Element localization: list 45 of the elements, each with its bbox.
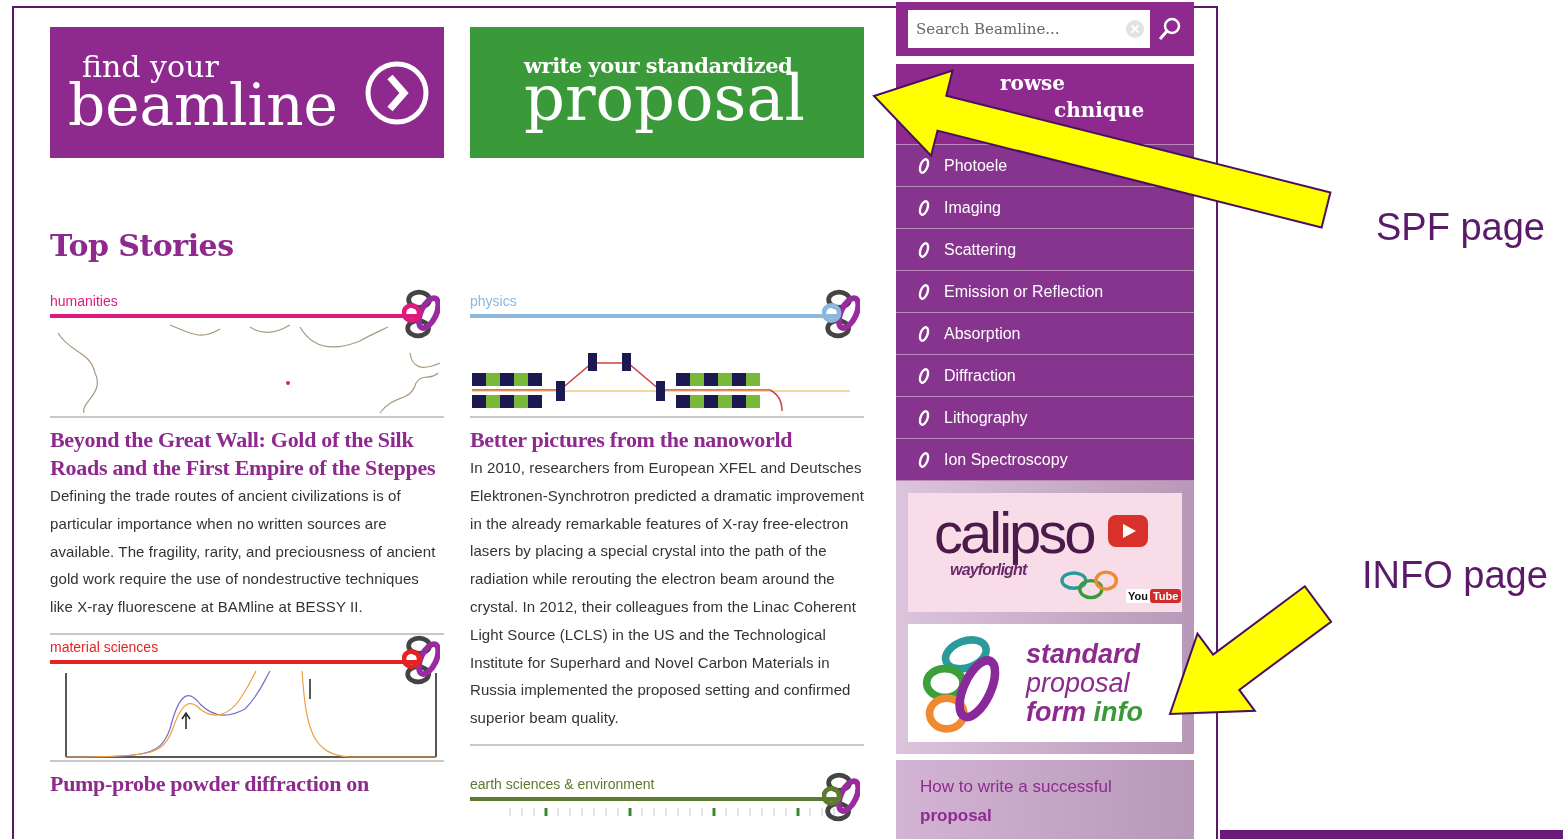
- chevron-circle-icon: [364, 59, 430, 126]
- ring-icon: [918, 324, 930, 343]
- category-label[interactable]: material sciences: [50, 639, 444, 655]
- banner-title: proposal: [1026, 668, 1131, 698]
- ring-icon: [918, 450, 930, 469]
- proposal-guide-link[interactable]: How to write a successful proposal: [896, 760, 1194, 839]
- story-title-link[interactable]: Beyond the Great Wall: Gold of the Silk Roads and the First Empire of the Steppes: [50, 426, 444, 482]
- browse-heading: chnique: [1053, 97, 1146, 124]
- technique-menu-item[interactable]: Emission or Reflection: [918, 282, 1104, 301]
- category-label[interactable]: humanities: [50, 293, 444, 309]
- rings-logo-icon: [402, 633, 440, 687]
- technique-menu-item[interactable]: Absorption: [918, 324, 1021, 343]
- ring-icon: [918, 282, 930, 301]
- technique-menu-item[interactable]: Photoele: [918, 156, 1008, 175]
- annotation-label: SPF page: [1376, 206, 1545, 249]
- ring-icon: [918, 408, 930, 427]
- banner-title: standard: [1026, 639, 1142, 669]
- rings-logo-icon: [402, 287, 440, 341]
- technique-menu-item[interactable]: Diffraction: [918, 366, 1016, 385]
- annotation-label: INFO page: [1362, 554, 1548, 597]
- browse-heading: rowse: [999, 70, 1067, 97]
- play-button-icon: [1108, 515, 1148, 547]
- rings-drawing: [1060, 567, 1120, 601]
- category-label[interactable]: earth sciences & environment: [470, 775, 864, 792]
- technique-menu-item[interactable]: Scattering: [918, 240, 1017, 259]
- ring-icon: [918, 366, 930, 385]
- technique-menu-item[interactable]: Ion Spectroscopy: [918, 450, 1068, 469]
- banner-title: info: [1093, 696, 1143, 727]
- ring-icon: [918, 240, 930, 259]
- logo-text: calipso: [934, 499, 1094, 565]
- rings-logo-icon: [822, 287, 860, 341]
- search-icon[interactable]: [1158, 17, 1182, 41]
- find-beamline-banner[interactable]: find your beamline: [50, 27, 444, 158]
- story-title-link[interactable]: Pump-probe powder diffraction on: [50, 770, 444, 798]
- video-promo-banner[interactable]: calipso wayforlight You Tube: [908, 493, 1182, 612]
- proposal-form-info-banner[interactable]: standard proposal form info: [908, 624, 1182, 742]
- story-summary: Defining the trade routes of ancient civilizations is of particular importance when no written sources are available. The fragility, rarity, and preciousness of ancient gold work require the use of nondestructive techniques like X-ray fluorescene at BAMline at BESSY II.: [50, 486, 437, 618]
- ring-icon: [918, 198, 930, 217]
- technique-menu-item[interactable]: Lithography: [918, 408, 1028, 427]
- story-title-link[interactable]: Better pictures from the nanoworld: [470, 426, 864, 454]
- technique-menu-item[interactable]: Imaging: [918, 198, 1001, 217]
- ring-icon: [918, 156, 930, 175]
- search-field[interactable]: Search Beamline...: [908, 10, 1150, 48]
- section-heading: Top Stories: [50, 228, 235, 263]
- story-summary: In 2010, researchers from European XFEL and Deutsches Elektronen-Synchrotron predicted a dramatic improvement in the already remarkable features of X-ray free-electron lasers by placing a special crystal into the path of the radiation while rerouting the electron beam around the crystal. In 2012, their colleagues from the Linac Coherent Light Source (LCLS) in the US and the Technological Institute for Superhard and Novel Carbon Materials in Russia implemented the proposed setting and confirmed superior beam quality.: [470, 458, 864, 729]
